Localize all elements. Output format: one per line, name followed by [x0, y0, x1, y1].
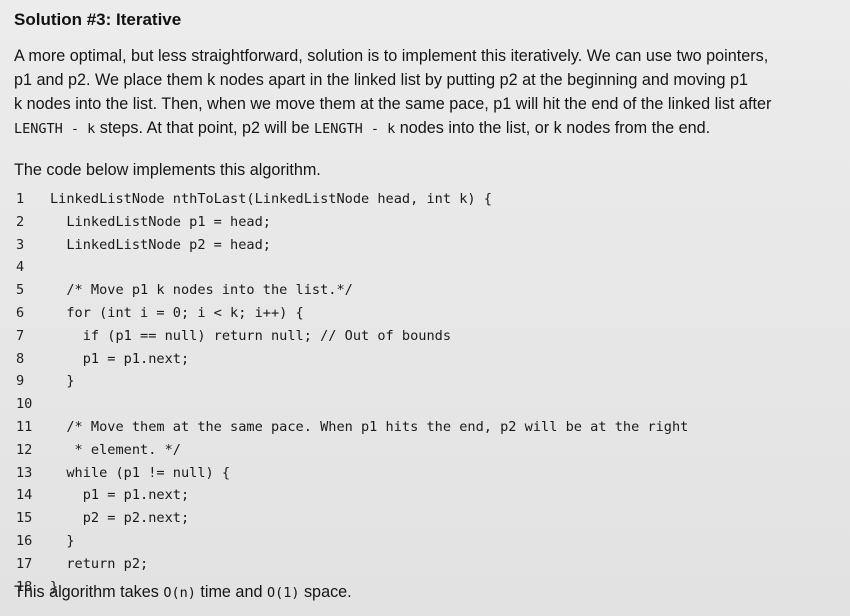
code-line: 5 /* Move p1 k nodes into the list.*/	[0, 279, 850, 302]
code-text: LinkedListNode nthToLast(LinkedListNode …	[50, 191, 492, 207]
inline-code-length-k: LENGTH - k	[14, 121, 96, 137]
line-number: 5	[16, 282, 25, 299]
code-text: LinkedListNode p2 = head;	[50, 236, 271, 253]
line-number: 7	[16, 327, 25, 344]
code-line: 1 LinkedListNode nthToLast(LinkedListNode…	[0, 188, 850, 211]
conclusion-text-a: This algorithm takes	[14, 583, 164, 601]
code-text: * element. */	[50, 441, 181, 458]
code-text: /* Move p1 k nodes into the list.*/	[50, 282, 353, 299]
line-number: 15	[16, 510, 33, 527]
inline-code-space-complexity: O(1)	[266, 585, 300, 601]
code-line: 13 while (p1 != null) {	[0, 462, 850, 485]
code-line: 12 * element. */	[0, 439, 850, 462]
book-page: Solution #3: Iterative A more optimal, b…	[0, 0, 850, 616]
code-text: p1 = p1.next;	[50, 350, 190, 367]
code-line: 4	[0, 256, 850, 279]
line-number: 16	[16, 532, 33, 549]
code-text: p2 = p2.next;	[50, 510, 190, 527]
line-number: 2	[16, 213, 25, 230]
line-number: 3	[16, 236, 25, 253]
code-line: 10	[0, 393, 850, 416]
code-text: while (p1 != null) {	[50, 464, 231, 481]
line-number: 13	[16, 464, 33, 481]
line-number: 14	[16, 487, 33, 504]
code-line: 8 p1 = p1.next;	[0, 348, 850, 371]
inline-code-length-k-2: LENGTH - k	[313, 121, 396, 137]
line-number: 11	[16, 418, 33, 435]
line-number: 1	[16, 191, 25, 207]
code-line: 3 LinkedListNode p2 = head;	[0, 234, 850, 257]
line-number: 4	[16, 259, 25, 276]
line-number: 10	[16, 396, 33, 413]
code-line: 9 }	[0, 370, 850, 393]
code-text: for (int i = 0; i < k; i++) {	[50, 304, 304, 321]
intro-line-3: k nodes into the list. Then, when we mov…	[14, 95, 772, 113]
conclusion-text-c: space.	[299, 583, 352, 601]
intro-line-1: A more optimal, but less straightforward…	[14, 47, 769, 65]
code-text: }	[50, 373, 75, 390]
code-listing: 1 LinkedListNode nthToLast(LinkedListNode…	[0, 188, 850, 598]
code-line: 6 for (int i = 0; i < k; i++) {	[0, 302, 850, 325]
code-line: 7 if (p1 == null) return null; // Out of…	[0, 325, 850, 348]
intro-line-4-text-b: nodes into the list, or k nodes from the…	[395, 119, 711, 137]
code-intro-text: The code below implements this algorithm…	[14, 161, 321, 179]
section-heading: Solution #3: Iterative	[14, 10, 182, 29]
code-text: }	[50, 532, 75, 549]
code-text: p1 = p1.next;	[50, 487, 190, 504]
code-text: LinkedListNode p1 = head;	[50, 213, 271, 230]
line-number: 12	[16, 441, 33, 458]
intro-paragraph: A more optimal, but less straightforward…	[14, 44, 771, 141]
line-number: 8	[16, 350, 25, 367]
conclusion-text-b: time and	[195, 583, 267, 601]
conclusion-paragraph: This algorithm takes O(n) time and O(1) …	[14, 580, 352, 605]
code-text: /* Move them at the same pace. When p1 h…	[50, 418, 689, 435]
code-line: 15 p2 = p2.next;	[0, 507, 850, 530]
code-line: 14 p1 = p1.next;	[0, 484, 850, 507]
code-text: if (p1 == null) return null; // Out of b…	[50, 327, 452, 344]
code-line: 11 /* Move them at the same pace. When p…	[0, 416, 850, 439]
line-number: 9	[16, 373, 25, 390]
intro-line-2: p1 and p2. We place them k nodes apart i…	[14, 71, 749, 89]
inline-code-time-complexity: O(n)	[163, 585, 196, 601]
intro-line-4: LENGTH - k steps. At that point, p2 will…	[14, 116, 771, 141]
intro-line-4-text-a: steps. At that point, p2 will be	[95, 119, 314, 137]
line-number: 6	[16, 304, 25, 321]
line-number: 17	[16, 555, 33, 572]
code-line: 17 return p2;	[0, 553, 850, 576]
code-line: 2 LinkedListNode p1 = head;	[0, 211, 850, 234]
code-line: 16 }	[0, 530, 850, 553]
code-text: return p2;	[50, 555, 149, 572]
